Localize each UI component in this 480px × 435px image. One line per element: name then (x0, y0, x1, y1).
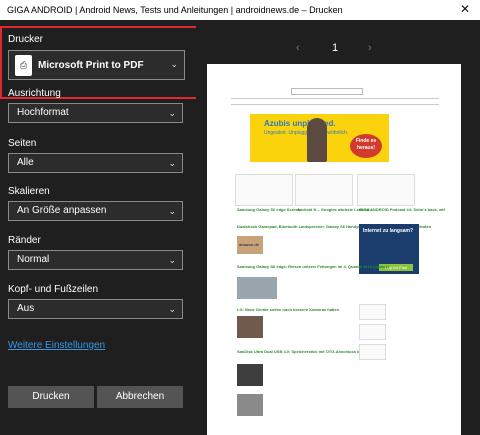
ad-title: Internet zu langsam? (363, 228, 414, 234)
margins-value: Normal (17, 254, 50, 265)
chevron-down-icon: ⌄ (168, 158, 176, 168)
header-footer-label: Kopf- und Fußzeilen (8, 284, 99, 295)
close-icon[interactable]: ✕ (460, 2, 470, 16)
banner-person-image (307, 118, 327, 162)
cancel-button[interactable]: Abbrechen (97, 386, 183, 408)
preview-article-thumb (237, 316, 263, 338)
printer-label: Drucker (8, 34, 44, 45)
preview-search-box (291, 88, 363, 95)
header-footer-setting: Kopf- und Fußzeilen Aus ⌄ (8, 284, 183, 319)
preview-article-title: Samsung Galaxy S6 edge: Reisen unterer F… (237, 264, 390, 269)
printer-name: Microsoft Print to PDF (38, 59, 144, 71)
print-button[interactable]: Drucken (8, 386, 94, 408)
more-settings-link[interactable]: Weitere Einstellungen (8, 340, 105, 351)
scale-setting: Skalieren An Größe anpassen ⌄ (8, 186, 183, 221)
preview-article-thumb: amazon.de (237, 236, 263, 254)
amazon-label: amazon.de (239, 242, 259, 247)
scale-label: Skalieren (8, 186, 50, 197)
header-footer-value: Aus (17, 303, 35, 314)
preview-article-title: LG: Neue Geräte sollen noch bessere Kame… (237, 307, 340, 312)
preview-cell (357, 174, 415, 206)
margins-label: Ränder (8, 235, 41, 246)
margins-select[interactable]: Normal ⌄ (8, 250, 183, 270)
scale-value: An Größe anpassen (17, 205, 107, 216)
window-title: GIGA ANDROID | Android News, Tests und A… (7, 5, 343, 15)
banner-cta: Finde es heraus! (350, 134, 382, 158)
preview-cell (359, 324, 386, 340)
preview-article-thumb (237, 394, 263, 416)
chevron-down-icon: ⌄ (168, 255, 176, 265)
scale-select[interactable]: An Größe anpassen ⌄ (8, 201, 183, 221)
next-page-icon[interactable]: › (368, 42, 372, 54)
pages-value: Alle (17, 157, 34, 168)
preview-article-thumb (237, 277, 277, 299)
printer-select[interactable]: ⎙ Microsoft Print to PDF ⌄ (8, 50, 185, 80)
printer-pdf-icon: ⎙ (15, 54, 32, 76)
pages-select[interactable]: Alle ⌄ (8, 153, 183, 173)
orientation-label: Ausrichtung (8, 88, 61, 99)
margins-setting: Ränder Normal ⌄ (8, 235, 183, 270)
page-number: 1 (332, 42, 339, 54)
chevron-down-icon: ⌄ (168, 304, 176, 314)
header-footer-select[interactable]: Aus ⌄ (8, 299, 183, 319)
chevron-down-icon: ⌄ (170, 59, 178, 69)
preview-cell (235, 174, 293, 206)
prev-page-icon[interactable]: ‹ (296, 42, 300, 54)
title-bar: GIGA ANDROID | Android News, Tests und A… (0, 0, 480, 20)
preview-article-title: SanDisk Ultra Dual USB 3.0: Speicherstic… (237, 349, 371, 354)
preview-cell (295, 174, 353, 206)
preview-cell (359, 344, 386, 360)
pages-setting: Seiten Alle ⌄ (8, 138, 183, 173)
print-dialog-window: GIGA ANDROID | Android News, Tests und A… (0, 0, 480, 435)
preview-headline: Samsung Galaxy S6 edge Screen... (237, 207, 304, 212)
chevron-down-icon: ⌄ (168, 206, 176, 216)
preview-cell (359, 304, 386, 320)
orientation-select[interactable]: Hochformat ⌄ (8, 103, 183, 123)
pages-label: Seiten (8, 138, 37, 149)
print-preview-page: Azubis unplugged. Ungeahnt. Unplugged. U… (207, 64, 461, 435)
preview-article-thumb (237, 364, 263, 386)
chevron-down-icon: ⌄ (168, 108, 176, 118)
orientation-value: Hochformat (17, 107, 69, 118)
preview-nav-bar (231, 98, 439, 105)
preview-headline: GIGA ANDROID Podcast #4: Sohn's back, wt… (359, 207, 445, 212)
orientation-setting: Ausrichtung Hochformat ⌄ (8, 88, 183, 123)
preview-ad-banner: Azubis unplugged. Ungeahnt. Unplugged. U… (250, 114, 389, 162)
settings-panel: Drucker ⎙ Microsoft Print to PDF ⌄ Ausri… (0, 20, 219, 435)
